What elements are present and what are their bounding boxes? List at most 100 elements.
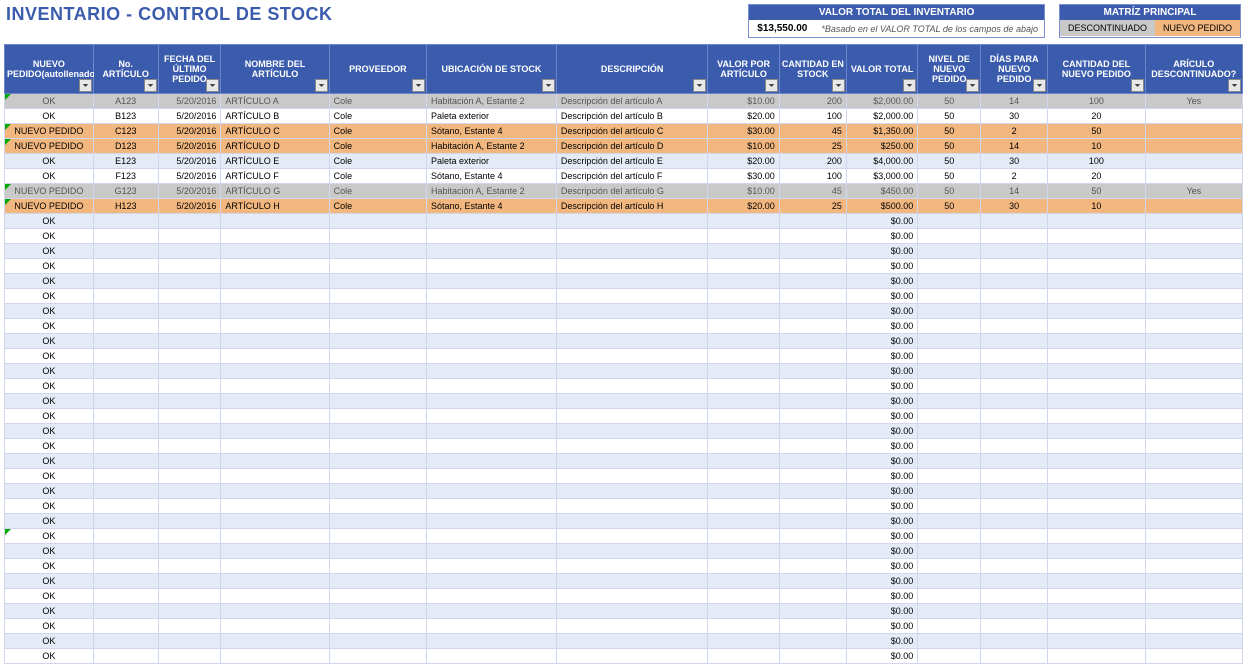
cell[interactable]	[1145, 499, 1242, 514]
cell[interactable]	[1048, 379, 1145, 394]
cell[interactable]: 14	[981, 94, 1048, 109]
cell[interactable]	[1048, 349, 1145, 364]
filter-button[interactable]	[1033, 79, 1046, 92]
cell[interactable]: $0.00	[846, 394, 917, 409]
cell[interactable]	[918, 379, 981, 394]
cell[interactable]: 30	[981, 154, 1048, 169]
cell[interactable]: 50	[918, 94, 981, 109]
cell[interactable]	[1145, 124, 1242, 139]
cell[interactable]	[221, 439, 329, 454]
cell[interactable]	[427, 619, 557, 634]
cell[interactable]	[427, 319, 557, 334]
cell[interactable]	[981, 529, 1048, 544]
cell[interactable]: 5/20/2016	[158, 184, 221, 199]
cell[interactable]: 5/20/2016	[158, 109, 221, 124]
cell[interactable]	[158, 649, 221, 664]
cell[interactable]	[556, 319, 708, 334]
cell[interactable]	[1145, 439, 1242, 454]
cell[interactable]: 100	[779, 109, 846, 124]
cell[interactable]	[1145, 379, 1242, 394]
cell[interactable]	[981, 394, 1048, 409]
cell[interactable]	[93, 589, 158, 604]
cell[interactable]: ARTÍCULO A	[221, 94, 329, 109]
cell[interactable]	[1145, 199, 1242, 214]
cell[interactable]	[981, 589, 1048, 604]
cell[interactable]	[93, 214, 158, 229]
cell[interactable]	[918, 589, 981, 604]
cell[interactable]	[427, 604, 557, 619]
cell[interactable]	[981, 454, 1048, 469]
cell[interactable]	[779, 229, 846, 244]
cell[interactable]	[779, 649, 846, 664]
cell[interactable]	[779, 424, 846, 439]
cell[interactable]	[779, 634, 846, 649]
cell[interactable]: Habitación A, Estante 2	[427, 94, 557, 109]
cell[interactable]	[779, 544, 846, 559]
cell[interactable]	[221, 334, 329, 349]
cell[interactable]	[708, 214, 779, 229]
cell[interactable]: OK	[5, 514, 94, 529]
cell[interactable]: 100	[1048, 154, 1145, 169]
cell[interactable]	[221, 259, 329, 274]
cell[interactable]	[918, 229, 981, 244]
cell[interactable]	[427, 364, 557, 379]
cell[interactable]: OK	[5, 349, 94, 364]
cell[interactable]	[1145, 409, 1242, 424]
cell[interactable]	[427, 649, 557, 664]
cell[interactable]	[981, 484, 1048, 499]
cell[interactable]	[981, 289, 1048, 304]
cell[interactable]: 45	[779, 184, 846, 199]
cell[interactable]: OK	[5, 109, 94, 124]
cell[interactable]	[981, 349, 1048, 364]
cell[interactable]	[427, 304, 557, 319]
cell[interactable]: $0.00	[846, 319, 917, 334]
cell[interactable]	[329, 394, 426, 409]
cell[interactable]	[158, 619, 221, 634]
cell[interactable]	[158, 484, 221, 499]
cell[interactable]	[918, 259, 981, 274]
cell[interactable]: 100	[1048, 94, 1145, 109]
filter-button[interactable]	[903, 79, 916, 92]
cell[interactable]	[556, 304, 708, 319]
cell[interactable]	[556, 469, 708, 484]
cell[interactable]	[427, 424, 557, 439]
cell[interactable]: 50	[918, 184, 981, 199]
cell[interactable]: Descripción del artículo H	[556, 199, 708, 214]
cell[interactable]: 100	[779, 169, 846, 184]
cell[interactable]	[708, 514, 779, 529]
cell[interactable]	[93, 484, 158, 499]
cell[interactable]	[779, 604, 846, 619]
cell[interactable]	[981, 544, 1048, 559]
cell[interactable]: OK	[5, 154, 94, 169]
cell[interactable]: $0.00	[846, 334, 917, 349]
cell[interactable]	[158, 589, 221, 604]
cell[interactable]: D123	[93, 139, 158, 154]
cell[interactable]	[708, 634, 779, 649]
cell[interactable]: 200	[779, 94, 846, 109]
cell[interactable]	[556, 499, 708, 514]
cell[interactable]	[329, 229, 426, 244]
cell[interactable]	[427, 574, 557, 589]
cell[interactable]: 2	[981, 169, 1048, 184]
cell[interactable]	[779, 364, 846, 379]
cell[interactable]: Descripción del artículo G	[556, 184, 708, 199]
cell[interactable]: OK	[5, 439, 94, 454]
cell[interactable]	[1048, 469, 1145, 484]
cell[interactable]	[1145, 649, 1242, 664]
cell[interactable]	[1145, 319, 1242, 334]
cell[interactable]	[93, 439, 158, 454]
cell[interactable]: OK	[5, 574, 94, 589]
cell[interactable]	[708, 349, 779, 364]
cell[interactable]	[708, 529, 779, 544]
cell[interactable]	[1145, 589, 1242, 604]
cell[interactable]: $10.00	[708, 94, 779, 109]
cell[interactable]: OK	[5, 544, 94, 559]
cell[interactable]	[329, 334, 426, 349]
cell[interactable]: Paleta exterior	[427, 109, 557, 124]
cell[interactable]: OK	[5, 649, 94, 664]
cell[interactable]: 5/20/2016	[158, 139, 221, 154]
cell[interactable]	[1048, 409, 1145, 424]
cell[interactable]	[158, 229, 221, 244]
cell[interactable]: $0.00	[846, 499, 917, 514]
cell[interactable]: 50	[918, 199, 981, 214]
